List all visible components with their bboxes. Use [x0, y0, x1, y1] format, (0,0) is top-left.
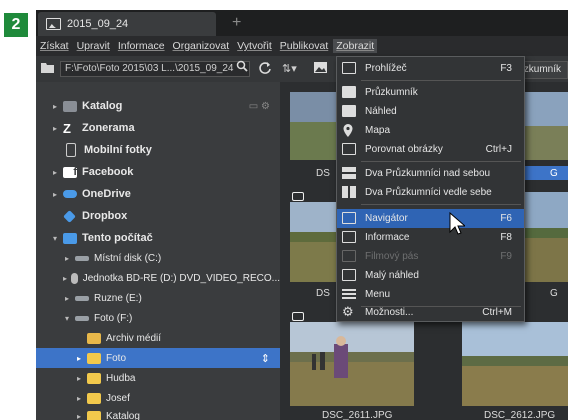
sidebar-item-ruzne-e[interactable]: ▸ Ruzne (E:): [36, 288, 280, 308]
menu-item-informace[interactable]: Informace F8: [337, 228, 524, 247]
camera-icon: [292, 192, 304, 201]
menu-separator: [361, 80, 521, 81]
dropbox-icon: [63, 209, 76, 223]
sidebar-item-foto-f[interactable]: ▾ Foto (F:): [36, 308, 280, 328]
sidebar-tree: ▸ Katalog ▭ ⚙ ▸ Z Zonerama Mobilní fotky…: [36, 82, 280, 420]
photo-icon: [46, 18, 61, 30]
thumbnail-caption: DS: [316, 168, 330, 179]
map-pin-icon: [342, 124, 356, 137]
menu-bar: Získat Upravit Informace Organizovat Vyt…: [36, 36, 568, 56]
sort-icon[interactable]: ⇅▾: [282, 61, 297, 77]
menu-item-porovnat[interactable]: Porovnat obrázky Ctrl+J: [337, 140, 524, 159]
menu-separator: [361, 161, 521, 162]
drive-icon: [75, 255, 89, 261]
sidebar-item-josef[interactable]: ▸ Josef: [36, 388, 280, 408]
step-badge: 2: [4, 13, 28, 37]
mouse-cursor-icon: [449, 211, 467, 239]
folder-icon: [87, 392, 101, 404]
sidebar-item-zonerama[interactable]: ▸ Z Zonerama: [36, 118, 280, 138]
folder-icon: [87, 410, 101, 420]
split-vertical-icon: [342, 186, 356, 198]
menu-item-mapa[interactable]: Mapa: [337, 121, 524, 140]
tab-title: 2015_09_24: [67, 18, 129, 30]
facebook-icon: f: [63, 166, 77, 178]
view-menu-dropdown: Prohlížeč F3 Průzkumník Náhled Mapa Poro…: [336, 56, 525, 322]
catalog-icon: [63, 100, 77, 112]
catalog-actions-icon[interactable]: ▭ ⚙: [249, 101, 270, 112]
menu-item-dva-vedle-sebe[interactable]: Dva Průzkumníci vedle sebe: [337, 183, 524, 202]
sidebar-item-foto[interactable]: ▸ Foto ⇕: [36, 348, 280, 368]
onedrive-icon: [63, 190, 77, 198]
sidebar-item-local-disk-c[interactable]: ▸ Místní disk (C:): [36, 248, 280, 268]
thumbnail-caption: DSC_2611.JPG: [322, 410, 393, 420]
sidebar-item-tento-pocitac[interactable]: ▾ Tento počítač: [36, 228, 280, 248]
menu-vytvorit[interactable]: Vytvořit: [237, 40, 272, 52]
menu-item-navigator[interactable]: Navigátor F6: [337, 209, 524, 228]
folder-nav-icon[interactable]: [41, 61, 54, 77]
menu-ziskat[interactable]: Získat: [40, 40, 69, 52]
menu-zobrazit[interactable]: Zobrazit: [333, 39, 378, 53]
split-horizontal-icon: [342, 167, 356, 179]
menu-informace[interactable]: Informace: [118, 40, 165, 52]
sidebar-item-hudba[interactable]: ▸ Hudba: [36, 368, 280, 388]
thumbnail-image[interactable]: [290, 322, 414, 406]
tab-bar: 2015_09_24 +: [36, 10, 568, 36]
sidebar-item-facebook[interactable]: ▸ f Facebook: [36, 162, 280, 182]
magnifier-icon[interactable]: [236, 60, 248, 76]
menu-item-maly-nahled[interactable]: Malý náhled: [337, 266, 524, 285]
expand-collapse-icon[interactable]: ⇕: [261, 352, 270, 365]
sidebar-item-katalog-folder[interactable]: ▸ Katalog: [36, 406, 280, 420]
sidebar-item-archiv-medii[interactable]: Archiv médií: [36, 328, 280, 348]
menu-item-pruzkumnik[interactable]: Průzkumník: [337, 83, 524, 102]
filmstrip-icon: [342, 250, 356, 262]
disc-icon: [71, 272, 78, 284]
thumbnail-image[interactable]: [462, 322, 568, 406]
zonerama-icon: Z: [63, 120, 71, 136]
folder-icon: [87, 372, 101, 384]
drive-icon: [75, 315, 89, 321]
tab-2015-09-24[interactable]: 2015_09_24: [38, 12, 216, 36]
compare-icon: [342, 143, 356, 155]
menu-item-dva-nad-sebou[interactable]: Dva Průzkumníci nad sebou: [337, 164, 524, 183]
menu-item-menu[interactable]: Menu: [337, 285, 524, 304]
thumbnail-caption: G: [550, 168, 558, 179]
menu-publikovat[interactable]: Publikovat: [280, 40, 328, 52]
preview-icon: [342, 105, 356, 117]
camera-icon: [292, 312, 304, 321]
viewer-icon: [342, 62, 356, 74]
settings-icon: ⚙: [342, 304, 354, 319]
menu-item-prohlizec[interactable]: Prohlížeč F3: [337, 59, 524, 78]
image-toolbar-icon[interactable]: [314, 61, 327, 77]
refresh-icon[interactable]: [258, 61, 272, 79]
menu-organizovat[interactable]: Organizovat: [173, 40, 230, 52]
path-input[interactable]: F:\Foto\Foto 2015\03 L...\2015_09_24: [60, 61, 250, 77]
folder-icon: [87, 332, 101, 344]
sidebar-item-mobilni-fotky[interactable]: Mobilní fotky: [36, 140, 280, 160]
small-preview-icon: [342, 269, 356, 281]
drive-icon: [75, 295, 89, 301]
menu-item-moznosti[interactable]: ⚙ Možnosti... Ctrl+M: [337, 303, 524, 322]
menu-item-filmovy-pas: Filmový pás F9: [337, 247, 524, 266]
folder-icon: [87, 352, 101, 364]
phone-icon: [66, 143, 76, 157]
menu-separator: [361, 204, 521, 205]
new-tab-button[interactable]: +: [232, 14, 241, 32]
sidebar-item-katalog[interactable]: ▸ Katalog ▭ ⚙: [36, 96, 280, 116]
navigator-icon: [342, 212, 356, 224]
thumbnail-caption: G: [550, 288, 558, 299]
app-window: 2015_09_24 + Získat Upravit Informace Or…: [36, 10, 568, 420]
computer-icon: [63, 232, 77, 244]
sidebar-scroll-top: [36, 82, 280, 88]
thumbnail-caption: DS: [316, 288, 330, 299]
info-panel-icon: [342, 231, 356, 243]
sidebar-item-onedrive[interactable]: ▸ OneDrive: [36, 184, 280, 204]
menu-item-nahled[interactable]: Náhled: [337, 102, 524, 121]
thumbnail-caption: DSC_2612.JPG: [484, 410, 556, 420]
sidebar-item-dropbox[interactable]: Dropbox: [36, 206, 280, 226]
explorer-icon: [342, 86, 356, 98]
sidebar-item-bd-re-d[interactable]: ▸ Jednotka BD-RE (D:) DVD_VIDEO_RECO...: [36, 268, 280, 288]
menu-icon: [342, 288, 356, 300]
menu-upravit[interactable]: Upravit: [77, 40, 110, 52]
